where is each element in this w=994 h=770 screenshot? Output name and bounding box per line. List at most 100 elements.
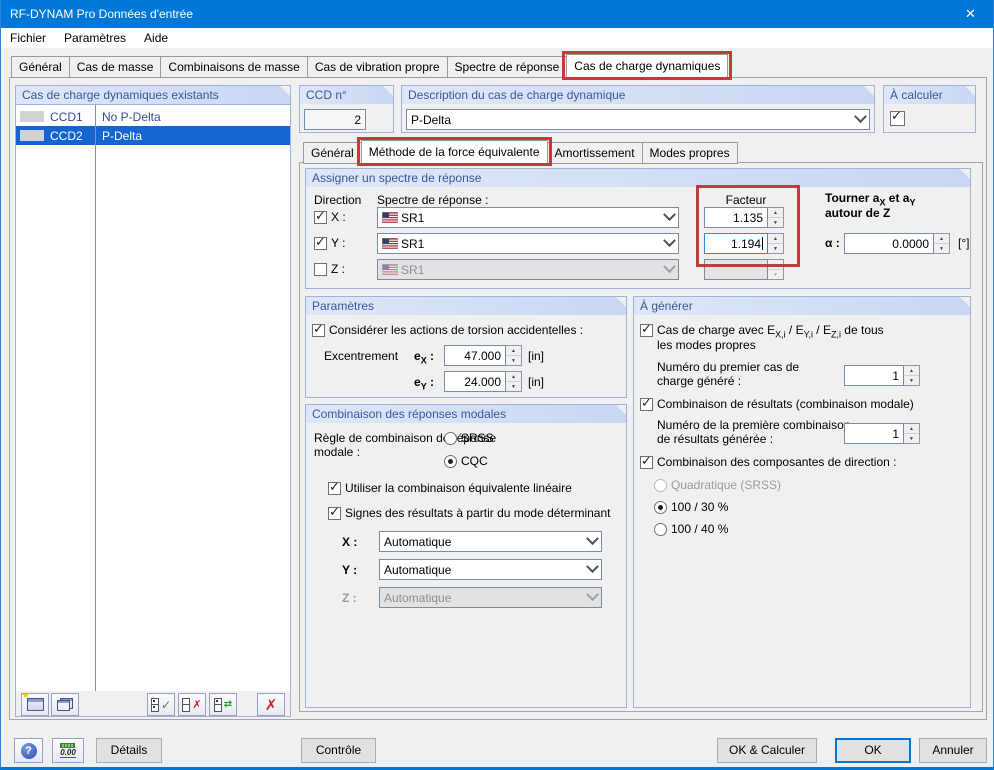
invert-selection-icon (213, 697, 223, 712)
list-item-ccd1[interactable]: CCD1 No P-Delta (16, 107, 290, 126)
torsion-checkbox[interactable] (312, 321, 325, 337)
rule-100-30-radio[interactable] (654, 501, 667, 514)
first-lc-spinner (904, 365, 920, 386)
ex-spinner (506, 345, 522, 366)
ey-field[interactable]: 24.000 (444, 371, 506, 392)
result-combination-checkbox[interactable] (640, 395, 653, 411)
control-button[interactable]: Contrôle (301, 738, 376, 763)
tab-combinaisons-de-masse[interactable]: Combinaisons de masse (160, 56, 308, 78)
delete-icon: ✗ (264, 696, 278, 714)
cqc-label: CQC (461, 454, 488, 468)
first-lc-label-line2: charge généré : (657, 374, 742, 388)
case-color-swatch (20, 111, 44, 122)
first-lc-field[interactable]: 1 (844, 365, 904, 386)
dominant-mode-y-combo[interactable]: Automatique (379, 559, 602, 580)
factor-y-field[interactable]: 1.194 (704, 233, 768, 254)
window-title: RF-DYNAM Pro Données d'entrée (10, 7, 194, 21)
text-caret (762, 237, 763, 250)
tab-general[interactable]: Général (11, 56, 70, 78)
tab-cas-de-charge-dynamiques[interactable]: Cas de charge dynamiques (562, 51, 733, 80)
factor-z-spinner (768, 259, 784, 280)
direction-combination-checkbox[interactable] (640, 453, 653, 469)
spin-up-icon[interactable] (768, 234, 783, 244)
direction-x-label: X : (331, 210, 346, 224)
rule-100-40-radio[interactable] (654, 523, 667, 536)
linear-combination-checkbox[interactable] (328, 479, 341, 495)
rule-100-40-label: 100 / 40 % (671, 522, 729, 536)
load-case-label-line1: Cas de charge avec EX,i / EY,i / EZ,i de… (657, 323, 884, 340)
eccentricity-label: Excentrement (324, 349, 399, 363)
select-all-button[interactable]: ✓ (147, 693, 175, 716)
menu-parametres[interactable]: Paramètres (55, 28, 135, 48)
srss-radio[interactable] (444, 432, 457, 445)
case-description: P-Delta (102, 129, 143, 143)
spin-up-icon[interactable] (506, 346, 521, 356)
spin-up-icon[interactable] (904, 424, 919, 434)
quadratic-srss-radio (654, 479, 667, 492)
tab-cas-de-masse[interactable]: Cas de masse (68, 56, 162, 78)
spin-down-icon[interactable] (506, 356, 521, 365)
ex-field[interactable]: 47.000 (444, 345, 506, 366)
description-header: Description du cas de charge dynamique (402, 86, 874, 104)
list-item-ccd2[interactable]: CCD2 P-Delta (16, 126, 290, 145)
inner-tab-general[interactable]: Général (303, 142, 362, 164)
existing-cases-list[interactable]: CCD1 No P-Delta CCD2 P-Delta (16, 104, 290, 691)
spin-down-icon[interactable] (934, 244, 949, 253)
spin-up-icon[interactable] (506, 372, 521, 382)
inner-tab-methode-force-equivalente[interactable]: Méthode de la force équivalente (356, 137, 552, 166)
new-case-button[interactable] (21, 690, 49, 716)
alpha-field[interactable]: 0.0000 (844, 233, 934, 254)
factor-x-field[interactable]: 1.135 (704, 207, 768, 228)
invert-selection-button[interactable]: ⇄ (209, 693, 237, 716)
spin-up-icon[interactable] (768, 208, 783, 218)
spectrum-x-combo[interactable]: SR1 (377, 207, 679, 228)
spin-down-icon[interactable] (768, 244, 783, 253)
first-rc-field[interactable]: 1 (844, 423, 904, 444)
cqc-radio[interactable] (444, 455, 457, 468)
to-calculate-checkbox[interactable] (890, 108, 905, 126)
alpha-spinner (934, 233, 950, 254)
menu-fichier[interactable]: Fichier (1, 28, 55, 48)
deselect-all-button[interactable]: ✗ (178, 693, 206, 716)
spectrum-y-combo[interactable]: SR1 (377, 233, 679, 254)
load-case-checkbox[interactable] (640, 321, 653, 337)
rule-100-30-label: 100 / 30 % (671, 500, 729, 514)
spin-down-icon[interactable] (768, 218, 783, 227)
result-combination-label: Combinaison de résultats (combinaison mo… (657, 397, 914, 411)
ok-calculate-button[interactable]: OK & Calculer (717, 738, 817, 763)
inner-tab-modes-propres[interactable]: Modes propres (641, 142, 738, 164)
tab-cas-de-vibration-propre[interactable]: Cas de vibration propre (306, 56, 448, 78)
description-combo[interactable]: P-Delta (406, 109, 870, 130)
result-signs-checkbox[interactable] (328, 504, 341, 520)
dominant-mode-x-combo[interactable]: Automatique (379, 531, 602, 552)
us-flag-icon (382, 238, 398, 249)
details-button[interactable]: Détails (96, 738, 162, 763)
ok-button[interactable]: OK (835, 738, 911, 763)
close-icon[interactable]: ✕ (948, 0, 993, 28)
units-button[interactable]: 0.00 (52, 738, 84, 763)
parameters-group: Paramètres Considérer les actions de tor… (305, 296, 627, 398)
direction-x-checkbox[interactable] (314, 208, 327, 224)
direction-z-checkbox[interactable] (314, 263, 327, 276)
menu-aide[interactable]: Aide (135, 28, 177, 48)
combo-z-label: Z : (342, 591, 357, 605)
copy-case-icon (57, 698, 73, 711)
alpha-unit: [°] (958, 236, 970, 250)
spin-up-icon[interactable] (934, 234, 949, 244)
inner-tab-amortissement[interactable]: Amortissement (546, 142, 643, 164)
spin-up-icon[interactable] (904, 366, 919, 376)
tab-spectre-de-reponse[interactable]: Spectre de réponse (446, 56, 568, 78)
case-id: CCD2 (50, 129, 83, 143)
to-generate-header: À générer (634, 297, 970, 315)
copy-case-button[interactable] (51, 693, 79, 716)
spin-down-icon[interactable] (904, 376, 919, 385)
help-button[interactable]: ? (14, 738, 43, 763)
delete-case-button[interactable]: ✗ (257, 693, 285, 716)
cancel-button[interactable]: Annuler (919, 738, 987, 763)
first-lc-label-line1: Numéro du premier cas de (657, 360, 800, 374)
deselect-all-icon (182, 697, 191, 712)
spin-down-icon[interactable] (904, 434, 919, 443)
us-flag-icon (382, 264, 398, 275)
direction-y-checkbox[interactable] (314, 234, 327, 250)
spin-down-icon[interactable] (506, 382, 521, 391)
